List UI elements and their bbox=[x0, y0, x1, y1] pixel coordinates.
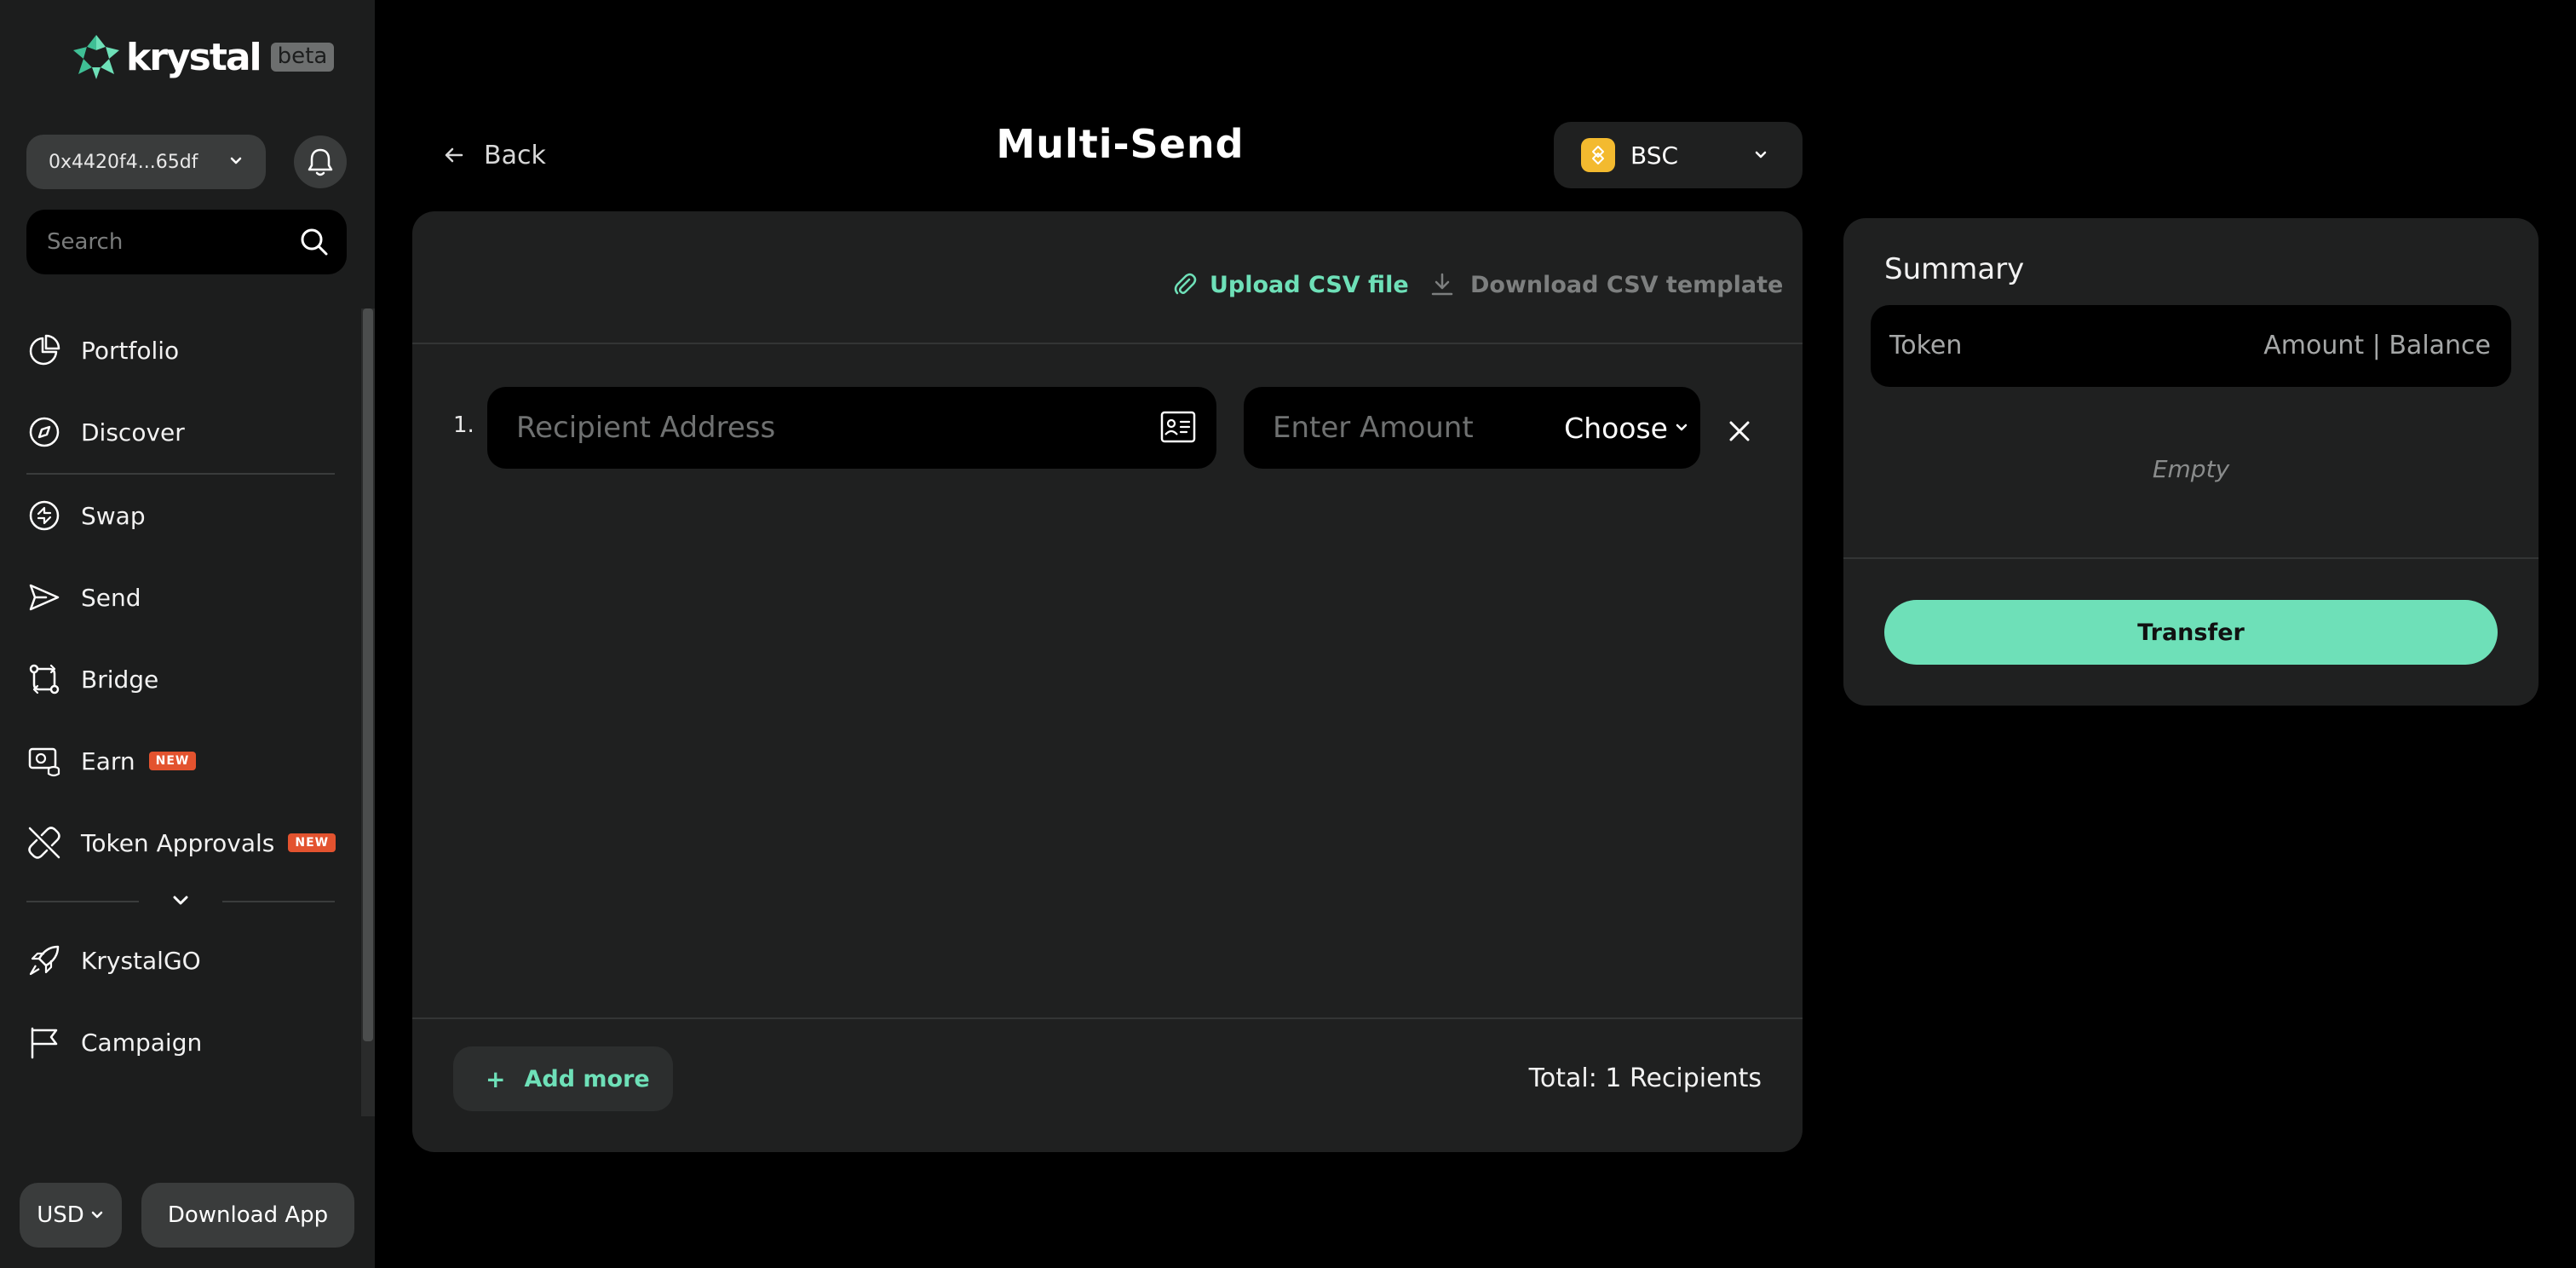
recipient-row-index: 1. bbox=[453, 412, 474, 438]
recipient-address-box bbox=[487, 387, 1216, 469]
download-csv-template-button[interactable]: Download CSV template bbox=[1429, 268, 1783, 302]
summary-table-header: Token Amount | Balance bbox=[1871, 305, 2511, 387]
nav-clip bbox=[26, 1099, 350, 1116]
sidebar-item-label: Portfolio bbox=[81, 336, 180, 365]
transfer-label: Transfer bbox=[2137, 619, 2245, 646]
sidebar-item-discover[interactable]: Discover bbox=[26, 402, 342, 462]
contact-card-icon[interactable] bbox=[1160, 411, 1196, 443]
sidebar-item-label: Send bbox=[81, 583, 141, 612]
sidebar: krystal beta 0x4420f4...65df Portfolio bbox=[0, 0, 375, 1268]
recipient-address-input[interactable] bbox=[516, 387, 1147, 469]
sidebar-item-label: KrystalGO bbox=[81, 946, 201, 975]
page-title: Multi-Send bbox=[996, 121, 1245, 167]
amount-input[interactable] bbox=[1273, 387, 1528, 469]
nav-divider bbox=[26, 473, 335, 475]
plus-icon: + bbox=[486, 1064, 506, 1093]
sidebar-item-token-approvals[interactable]: Token Approvals NEW bbox=[26, 813, 342, 873]
compass-icon bbox=[26, 414, 62, 450]
currency-label: USD bbox=[37, 1202, 84, 1228]
card-footer: + Add more Total: 1 Recipients bbox=[412, 1017, 1803, 1152]
arrow-left-icon bbox=[445, 147, 463, 163]
sidebar-item-swap[interactable]: Swap bbox=[26, 486, 342, 545]
unlink-icon bbox=[26, 825, 62, 861]
summary-empty-state: Empty bbox=[2152, 455, 2230, 483]
rocket-icon bbox=[26, 942, 62, 978]
sidebar-item-krystalgo[interactable]: KrystalGO bbox=[26, 931, 342, 990]
sidebar-item-label: Swap bbox=[81, 501, 146, 530]
sidebar-item-campaign[interactable]: Campaign bbox=[26, 1012, 342, 1072]
sidebar-item-send[interactable]: Send bbox=[26, 568, 342, 627]
bridge-icon bbox=[26, 661, 62, 697]
download-app-label: Download App bbox=[167, 1202, 329, 1228]
chevron-down-icon bbox=[1755, 151, 1767, 158]
nav-divider bbox=[222, 901, 335, 902]
swap-icon bbox=[26, 498, 62, 533]
add-more-label: Add more bbox=[524, 1065, 650, 1092]
chevron-down-icon bbox=[1676, 424, 1688, 431]
download-csv-template-label: Download CSV template bbox=[1470, 271, 1784, 298]
sidebar-scroll-thumb[interactable] bbox=[363, 308, 373, 1041]
transfer-button[interactable]: Transfer bbox=[1884, 600, 2498, 665]
flag-icon bbox=[26, 1024, 62, 1060]
bnb-icon bbox=[1581, 138, 1615, 172]
nav-divider bbox=[26, 901, 139, 902]
summary-divider bbox=[1843, 557, 2539, 559]
upload-csv-label: Upload CSV file bbox=[1210, 271, 1409, 298]
back-label: Back bbox=[484, 140, 546, 170]
sidebar-item-bridge[interactable]: Bridge bbox=[26, 649, 342, 709]
sidebar-item-label: Earn bbox=[81, 746, 135, 775]
pie-chart-icon bbox=[26, 332, 62, 368]
token-chooser[interactable]: Choose bbox=[1564, 409, 1690, 447]
chevron-down-icon bbox=[91, 1211, 103, 1219]
new-badge: NEW bbox=[288, 833, 336, 852]
upload-csv-button[interactable]: Upload CSV file bbox=[1172, 268, 1409, 302]
sidebar-item-earn[interactable]: Earn NEW bbox=[26, 731, 342, 791]
new-badge: NEW bbox=[148, 752, 197, 770]
remove-row-icon[interactable] bbox=[1724, 416, 1755, 447]
paperclip-icon bbox=[1174, 273, 1197, 295]
summary-title: Summary bbox=[1884, 252, 2025, 286]
sidebar-item-label: Bridge bbox=[81, 665, 159, 694]
send-icon bbox=[26, 579, 62, 615]
total-recipients: Total: 1 Recipients bbox=[1528, 1063, 1762, 1093]
sidebar-item-label: Token Approvals bbox=[81, 828, 275, 857]
summary-panel: Summary Token Amount | Balance Empty Tra… bbox=[1843, 218, 2539, 706]
download-icon bbox=[1431, 273, 1453, 296]
currency-selector[interactable]: USD bbox=[20, 1183, 122, 1248]
chain-selector[interactable]: BSC bbox=[1554, 122, 1803, 188]
multi-send-card: Upload CSV file Download CSV template 1.… bbox=[412, 211, 1803, 1152]
summary-col-token: Token bbox=[1889, 331, 1963, 360]
expand-chevron-icon[interactable] bbox=[170, 891, 191, 910]
sidebar-item-label: Campaign bbox=[81, 1028, 203, 1057]
earn-icon bbox=[26, 743, 62, 779]
add-more-button[interactable]: + Add more bbox=[453, 1046, 673, 1111]
summary-col-amount: Amount | Balance bbox=[2263, 331, 2491, 360]
token-chooser-label: Choose bbox=[1564, 411, 1668, 445]
sidebar-item-portfolio[interactable]: Portfolio bbox=[26, 320, 342, 380]
sidebar-nav: Portfolio Discover Swap Send Bridge Earn… bbox=[26, 0, 350, 1116]
sidebar-item-label: Discover bbox=[81, 418, 185, 447]
download-app-button[interactable]: Download App bbox=[141, 1183, 354, 1248]
amount-box: Choose bbox=[1244, 387, 1700, 469]
back-button[interactable]: Back bbox=[441, 135, 546, 176]
card-header: Upload CSV file Download CSV template bbox=[412, 211, 1803, 344]
chain-label: BSC bbox=[1630, 141, 1679, 170]
